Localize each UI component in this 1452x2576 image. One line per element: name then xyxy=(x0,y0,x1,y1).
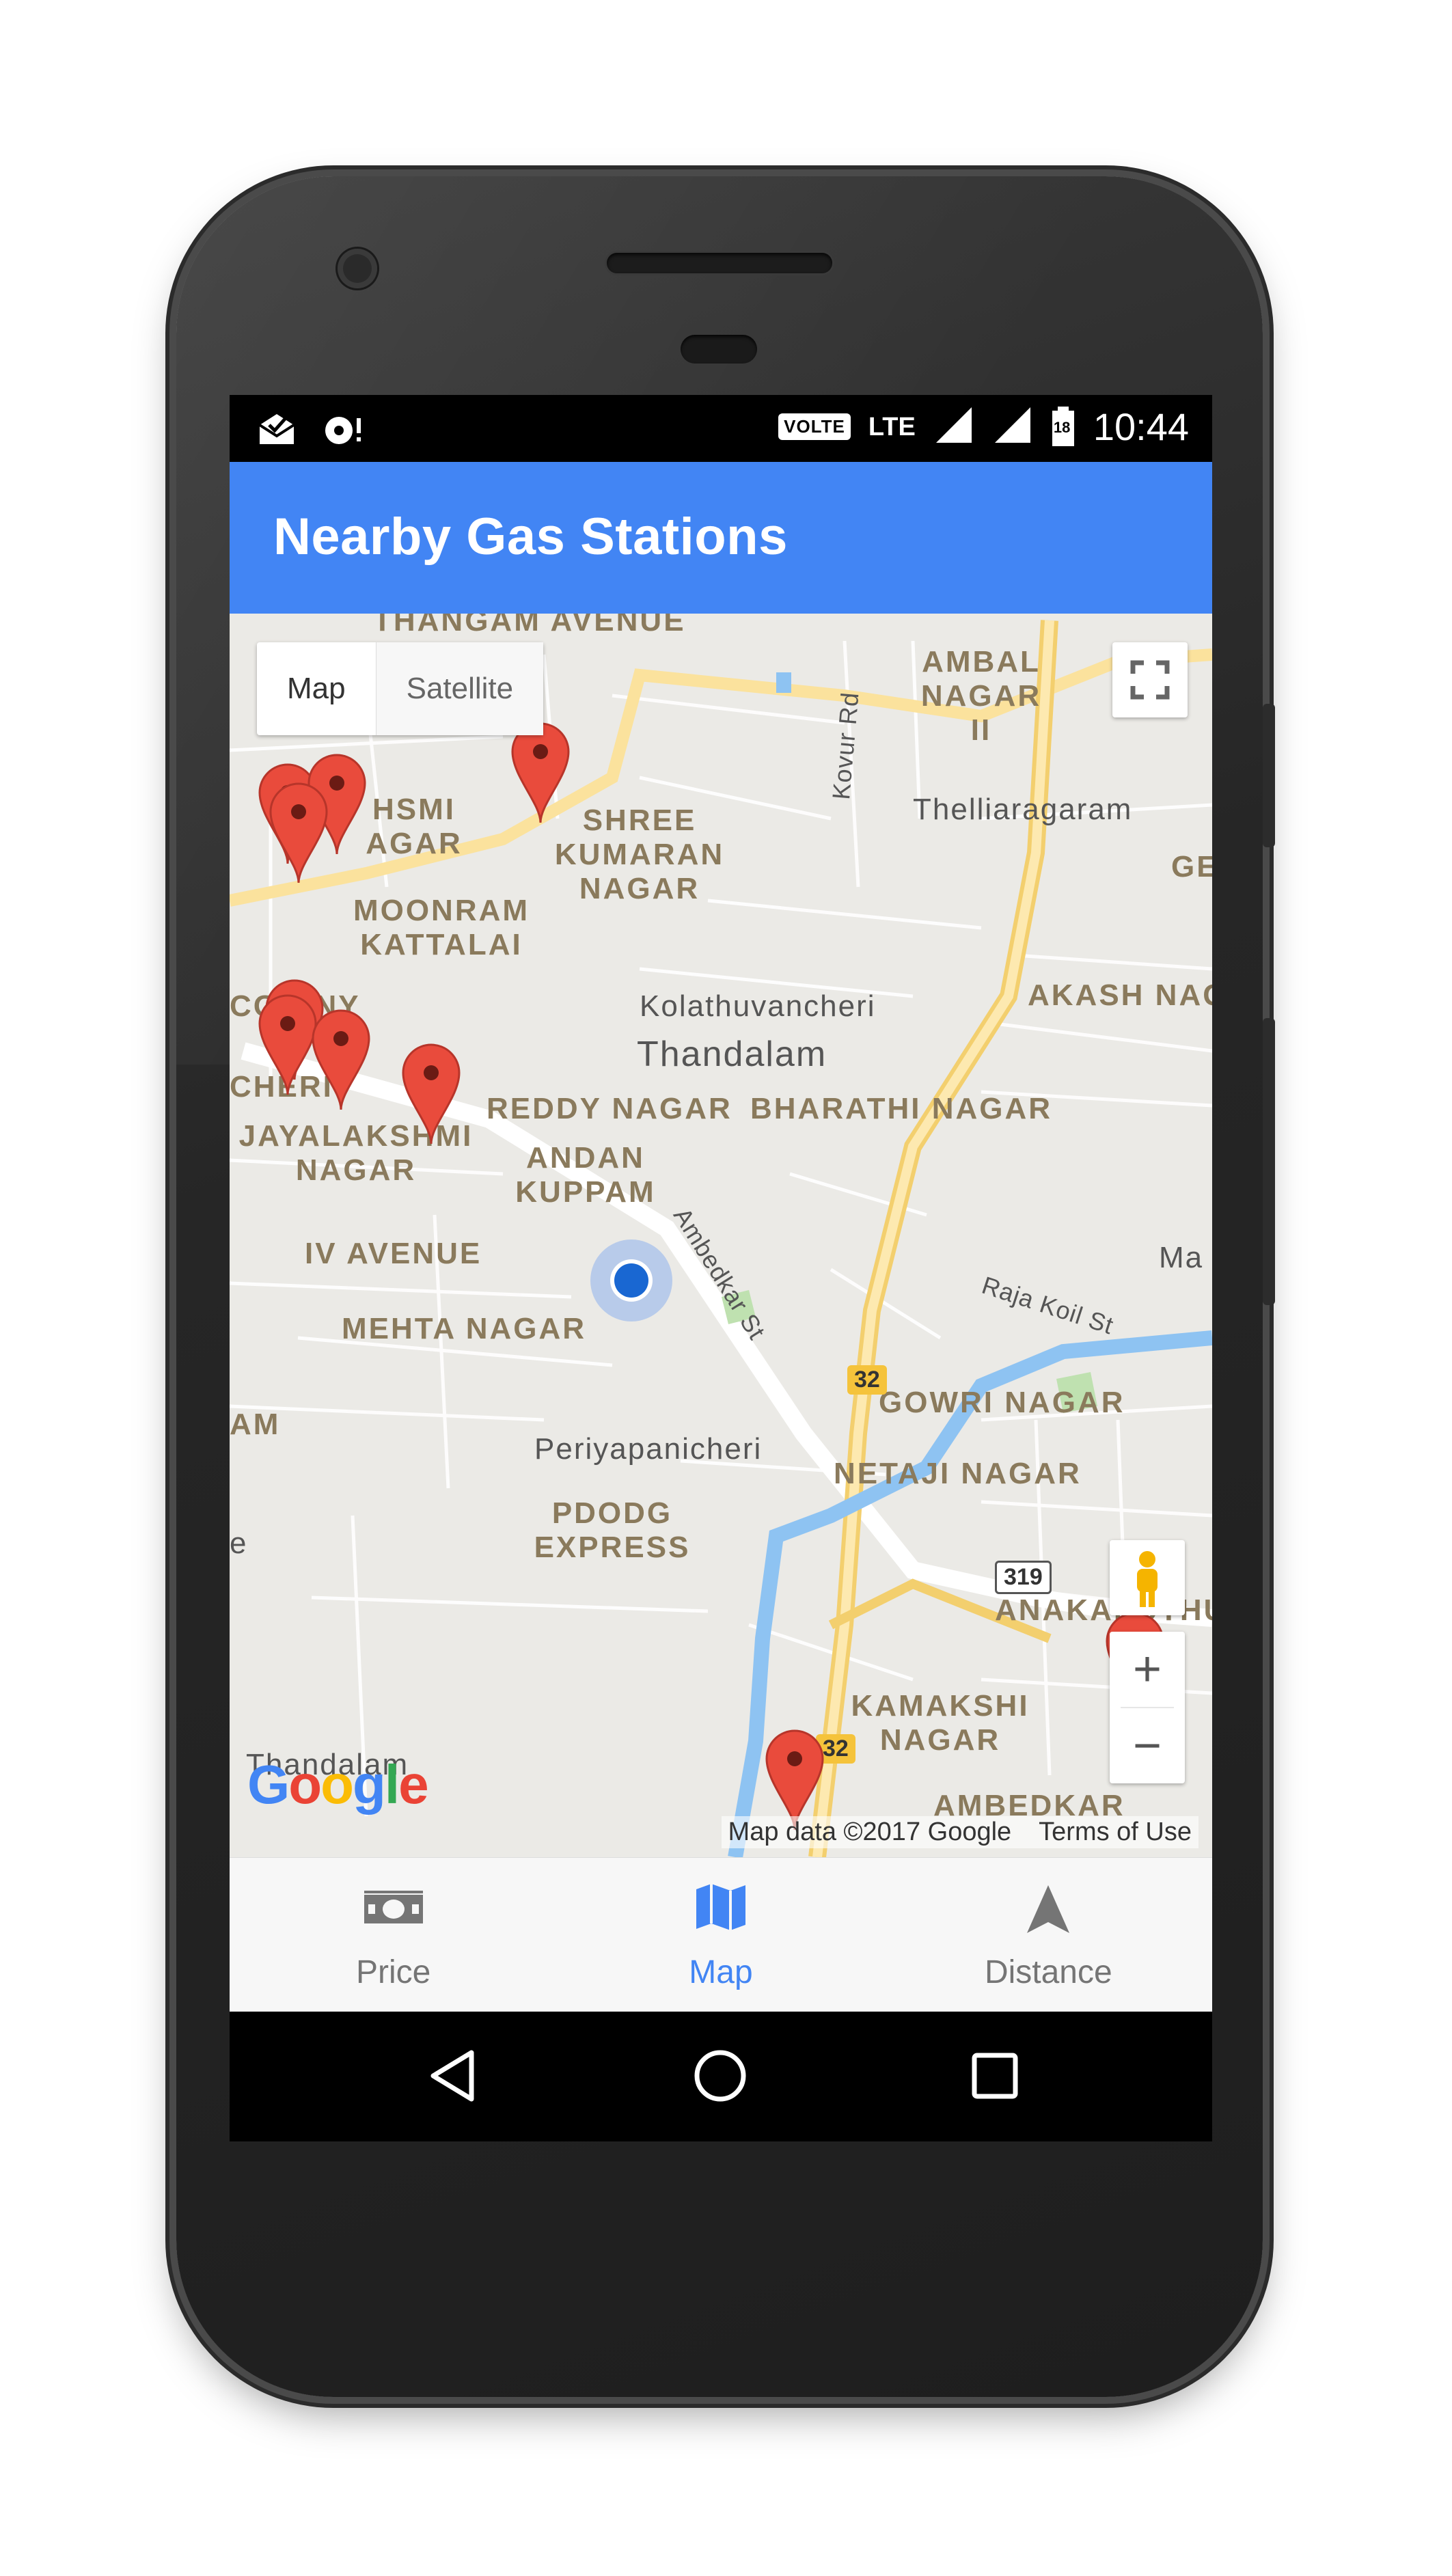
hotspot-alert-icon xyxy=(323,410,366,450)
nav-label-map: Map xyxy=(689,1954,753,1990)
map-label-shree-kumaran-nagar: SHREE KUMARAN NAGAR xyxy=(554,804,725,905)
page-title: Nearby Gas Stations xyxy=(273,508,788,566)
map-attribution: Map data ©2017 Google Terms of Use xyxy=(721,1816,1198,1848)
money-icon xyxy=(364,1891,423,1923)
map-label-gowri-nagar: GOWRI NAGAR xyxy=(879,1386,1125,1419)
signal-icon-2 xyxy=(992,405,1033,449)
google-logo: Google xyxy=(247,1754,429,1815)
map-label-netaji-nagar: NETAJI NAGAR xyxy=(834,1457,1082,1490)
my-location-dot xyxy=(614,1263,648,1298)
nav-label-price: Price xyxy=(355,1954,431,1990)
my-location-marker xyxy=(590,1239,672,1321)
lte-indicator: LTE xyxy=(868,412,916,441)
map-label-ge: GE xyxy=(1171,850,1212,883)
map-label-andan-kuppam: ANDAN KUPPAM xyxy=(515,1141,656,1209)
map-label-thelliaragaram: Thelliaragaram xyxy=(913,793,1133,826)
map-label-periyapanicheri: Periyapanicheri xyxy=(534,1432,763,1466)
earpiece-speaker xyxy=(607,253,832,273)
signal-icon xyxy=(933,405,974,449)
map-label-am: AM xyxy=(230,1408,281,1441)
map-label-iv-avenue: IV AVENUE xyxy=(305,1237,482,1270)
proximity-sensor xyxy=(681,335,757,364)
map-label-thandalam: Thandalam xyxy=(637,1034,827,1074)
map-label-pdodg-express: PDODG EXPRESS xyxy=(534,1496,691,1564)
gas-station-marker[interactable] xyxy=(400,1043,462,1145)
back-triangle-icon[interactable] xyxy=(426,2047,481,2105)
battery-level: 18 xyxy=(1053,418,1071,436)
nav-item-distance[interactable]: Distance xyxy=(885,1858,1212,2012)
street-view-button[interactable] xyxy=(1110,1540,1185,1615)
terms-of-use-link[interactable]: Terms of Use xyxy=(1039,1818,1192,1847)
map-label-e: e xyxy=(230,1526,248,1560)
gas-station-marker[interactable] xyxy=(510,722,571,824)
map-label-ambal-nagar: AMBAL NAGAR II xyxy=(920,645,1042,747)
map-label-lakshmi-nagar: HSMI AGAR xyxy=(366,793,463,860)
app-bar: Nearby Gas Stations xyxy=(230,462,1212,614)
fullscreen-icon xyxy=(1130,660,1170,700)
home-circle-icon[interactable] xyxy=(691,2047,749,2105)
gas-station-marker[interactable] xyxy=(268,782,329,884)
zoom-control: + − xyxy=(1110,1632,1185,1783)
map-label-mehta-nagar: MEHTA NAGAR xyxy=(342,1312,587,1345)
map-type-satellite-button[interactable]: Satellite xyxy=(375,642,544,735)
volte-badge: VOLTE xyxy=(778,413,851,440)
map-label-akash-nagar: AKASH NAG xyxy=(1028,978,1212,1012)
gas-station-marker[interactable] xyxy=(257,994,318,1096)
power-button xyxy=(1263,1018,1275,1305)
screen: VOLTE LTE 18 10:44 Nearby Gas Stations T… xyxy=(230,395,1212,2141)
map-label-kolathuvancheri: Kolathuvancheri xyxy=(640,989,876,1023)
zoom-out-button[interactable]: − xyxy=(1110,1708,1185,1783)
system-navigation-bar xyxy=(230,2012,1212,2141)
highway-32-badge: 32 xyxy=(847,1365,887,1395)
mail-check-icon xyxy=(257,410,297,450)
bottom-navigation: Price Map Distance xyxy=(230,1857,1212,2012)
battery-icon: 18 xyxy=(1051,406,1076,448)
map-data-credit: Map data ©2017 Google xyxy=(728,1818,1012,1846)
pegman-icon xyxy=(1137,1551,1158,1607)
map-label-reddy-nagar: REDDY NAGAR xyxy=(487,1092,732,1125)
nav-label-distance: Distance xyxy=(984,1954,1112,1990)
map-label-ma: Ma xyxy=(1159,1241,1204,1274)
nav-item-map[interactable]: Map xyxy=(557,1858,884,2012)
volume-button xyxy=(1263,704,1275,847)
recents-square-icon[interactable] xyxy=(968,2047,1022,2105)
map-label-kamakshi-nagar: KAMAKSHI NAGAR xyxy=(851,1689,1030,1757)
map-label-bharathi-nagar: BHARATHI NAGAR xyxy=(750,1092,1053,1125)
status-bar: VOLTE LTE 18 10:44 xyxy=(230,395,1212,462)
nav-item-price[interactable]: Price xyxy=(230,1858,557,2012)
map-view[interactable]: THANGAM AVENUE AMBAL NAGAR II HSMI AGAR … xyxy=(230,614,1212,1857)
map-type-map-button[interactable]: Map xyxy=(257,642,376,735)
gas-station-marker[interactable] xyxy=(310,1009,372,1111)
map-label-moonram-kattalai: MOONRAM KATTALAI xyxy=(353,894,530,961)
zoom-in-button[interactable]: + xyxy=(1110,1632,1185,1707)
clock: 10:44 xyxy=(1093,405,1189,448)
fullscreen-button[interactable] xyxy=(1112,642,1188,717)
navigation-arrow-icon xyxy=(1027,1885,1070,1933)
highway-319-badge: 319 xyxy=(995,1561,1052,1594)
map-type-toggle: Map Satellite xyxy=(257,642,544,735)
map-label-thangam-avenue: THANGAM AVENUE xyxy=(373,614,686,638)
map-icon xyxy=(696,1884,745,1930)
front-camera xyxy=(338,249,377,288)
